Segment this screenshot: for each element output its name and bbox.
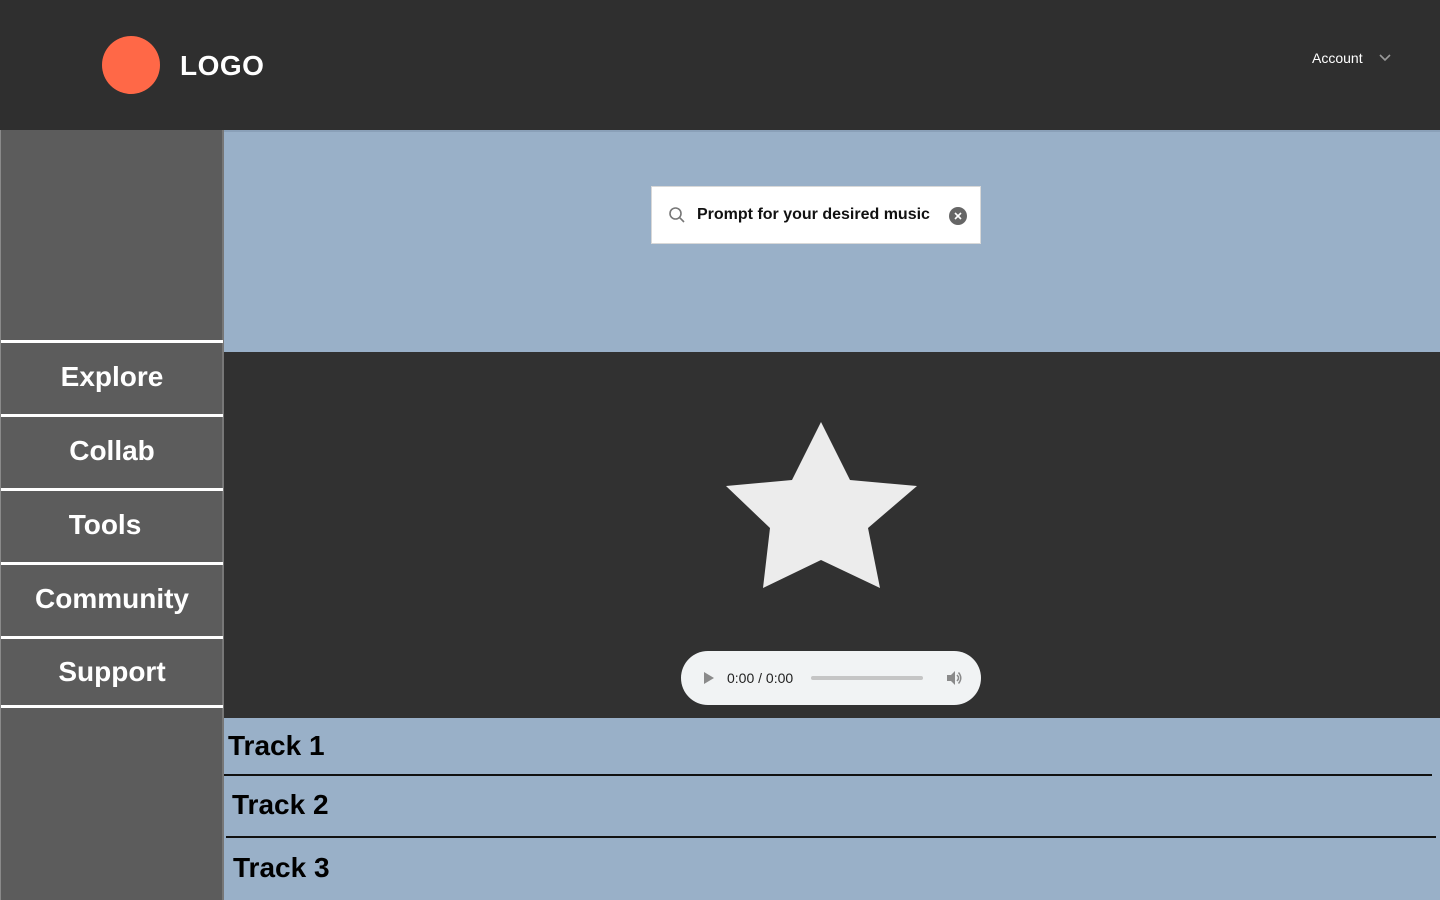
sidebar-item-support[interactable]: Support bbox=[1, 636, 223, 708]
sidebar-item-label: Explore bbox=[60, 360, 164, 392]
sidebar-item-tools[interactable]: Tools bbox=[1, 488, 223, 558]
track-divider bbox=[226, 836, 1436, 838]
account-menu[interactable]: Account bbox=[1312, 49, 1392, 67]
sidebar-item-label: Tools bbox=[68, 508, 142, 540]
track-item-1[interactable]: Track 1 bbox=[228, 730, 325, 762]
search-input[interactable]: Prompt for your desired music bbox=[697, 206, 930, 224]
sidebar-item-collab[interactable]: Collab bbox=[1, 414, 223, 484]
sidebar-item-label: Community bbox=[35, 582, 189, 614]
track-list bbox=[224, 718, 1440, 900]
search-icon bbox=[669, 207, 685, 223]
track-item-3[interactable]: Track 3 bbox=[233, 852, 330, 884]
track-item-2[interactable]: Track 2 bbox=[232, 789, 329, 821]
chevron-down-icon bbox=[1379, 54, 1391, 62]
sidebar-item-explore[interactable]: Explore bbox=[1, 340, 223, 410]
audio-player[interactable]: 0:00 / 0:00 bbox=[681, 651, 981, 705]
sidebar: Explore Collab Tools Community Support bbox=[0, 130, 224, 900]
star-icon bbox=[726, 422, 917, 588]
search-box[interactable]: Prompt for your desired music bbox=[651, 186, 981, 244]
top-header: LOGO Account bbox=[0, 0, 1440, 130]
sidebar-item-community[interactable]: Community bbox=[1, 562, 223, 632]
play-icon[interactable] bbox=[701, 671, 715, 685]
track-divider bbox=[224, 774, 1432, 776]
account-label: Account bbox=[1312, 50, 1363, 66]
sidebar-item-label: Collab bbox=[69, 434, 155, 466]
clear-icon[interactable] bbox=[949, 207, 967, 225]
audio-time: 0:00 / 0:00 bbox=[727, 670, 794, 686]
volume-icon[interactable] bbox=[945, 669, 963, 687]
logo-text[interactable]: LOGO bbox=[180, 50, 264, 82]
logo-icon[interactable] bbox=[102, 36, 160, 94]
audio-progress-bar[interactable] bbox=[811, 676, 924, 680]
sidebar-item-label: Support bbox=[58, 656, 166, 687]
